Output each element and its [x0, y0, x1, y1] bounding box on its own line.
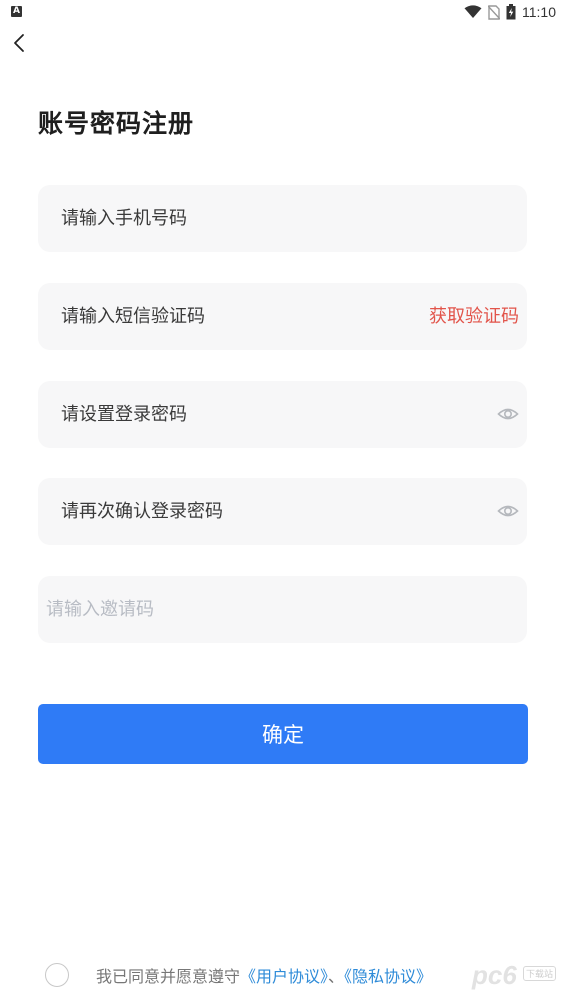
- invite-code-input[interactable]: 请输入邀请码: [38, 576, 527, 643]
- confirm-password-input[interactable]: 请再次确认登录密码: [38, 478, 527, 545]
- page-title: 账号密码注册: [38, 109, 195, 138]
- agreement-separator: 、: [328, 967, 345, 986]
- get-code-button[interactable]: 获取验证码: [429, 283, 519, 350]
- status-icons: 11:10: [464, 3, 556, 21]
- chevron-left-icon: [14, 34, 24, 52]
- agreement-text: 我已同意并愿意遵守《用户协议》、《隐私协议》: [96, 963, 432, 987]
- password-input[interactable]: 请设置登录密码: [38, 381, 527, 448]
- confirm-button[interactable]: 确定: [38, 704, 528, 764]
- wifi-icon: [464, 5, 482, 18]
- agreement-row: 我已同意并愿意遵守《用户协议》、《隐私协议》: [45, 962, 432, 988]
- status-bar: A 11:10: [0, 0, 564, 26]
- notification-icon: A: [11, 6, 22, 17]
- sms-code-input[interactable]: 请输入短信验证码 获取验证码: [38, 283, 527, 350]
- watermark-badge: 下载站: [522, 966, 556, 981]
- user-agreement-link[interactable]: 《用户协议》: [240, 967, 328, 986]
- confirm-password-placeholder: 请再次确认登录密码: [61, 501, 223, 522]
- eye-icon[interactable]: [497, 500, 519, 522]
- watermark-letters: pc6: [472, 960, 517, 990]
- watermark-logo: pc6 下载站: [466, 958, 556, 992]
- eye-icon[interactable]: [497, 403, 519, 425]
- phone-placeholder: 请输入手机号码: [61, 208, 187, 229]
- back-button[interactable]: [10, 32, 32, 54]
- sms-code-placeholder: 请输入短信验证码: [61, 306, 205, 327]
- password-placeholder: 请设置登录密码: [61, 404, 187, 425]
- agreement-prefix: 我已同意并愿意遵守: [96, 967, 241, 986]
- no-sim-icon: [488, 4, 500, 20]
- status-time: 11:10: [522, 4, 556, 20]
- battery-charging-icon: [506, 4, 516, 20]
- agree-checkbox[interactable]: [45, 963, 69, 987]
- privacy-policy-link[interactable]: 《隐私协议》: [344, 967, 432, 986]
- invite-code-placeholder: 请输入邀请码: [46, 599, 154, 620]
- phone-input[interactable]: 请输入手机号码: [38, 185, 527, 252]
